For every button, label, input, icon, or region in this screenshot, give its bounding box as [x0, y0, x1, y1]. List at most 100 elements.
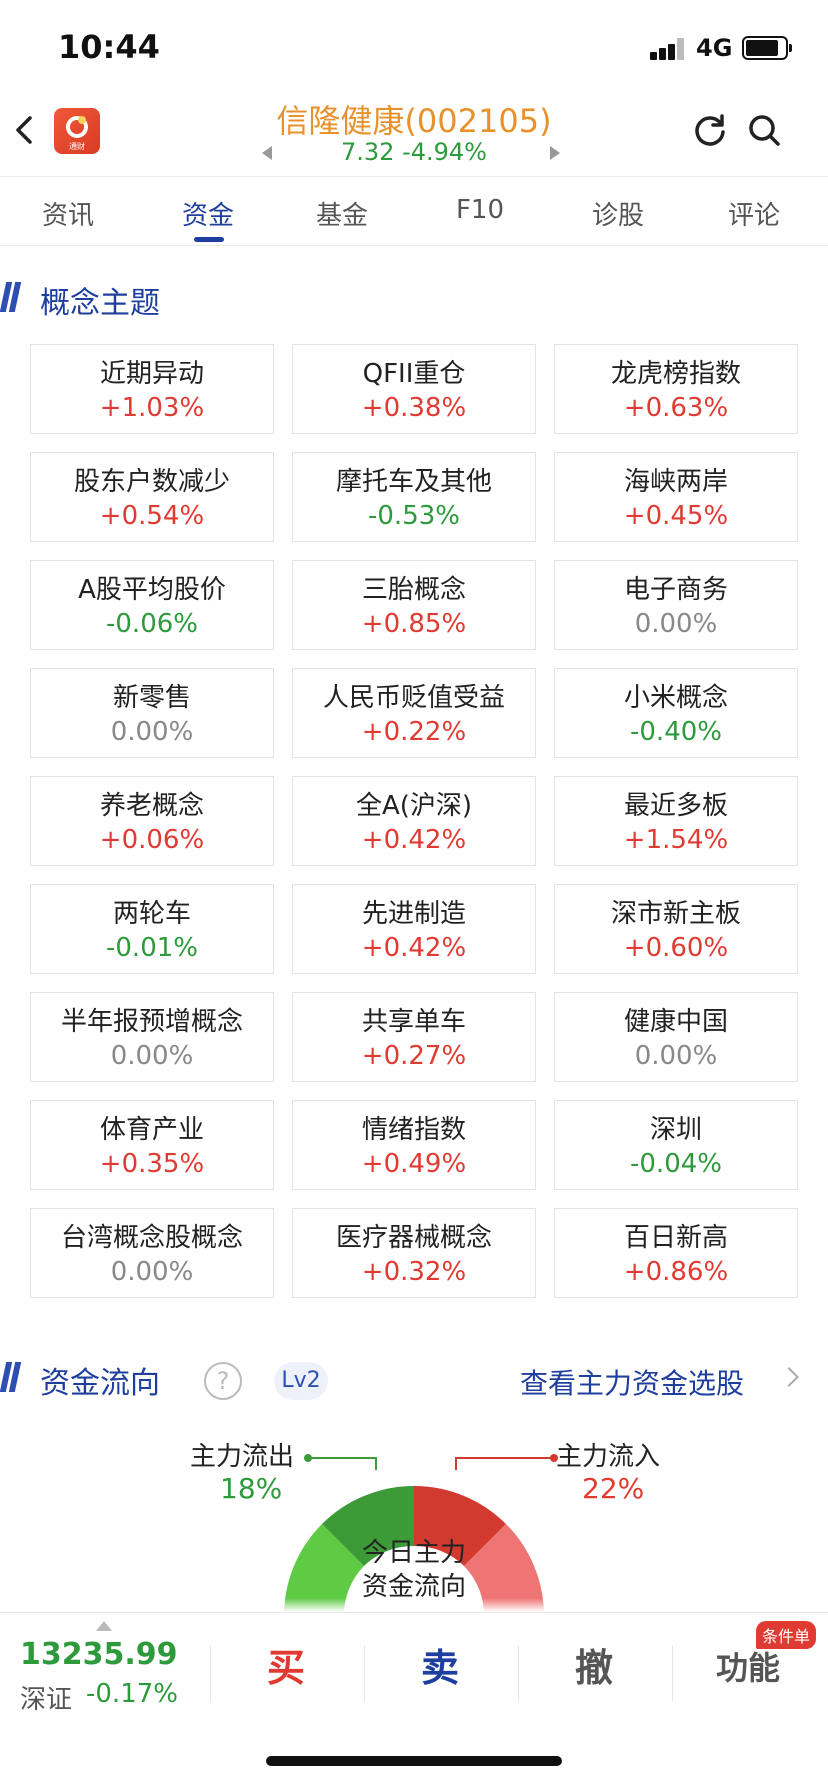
- concept-item[interactable]: 台湾概念股概念 0.00%: [30, 1208, 274, 1298]
- help-icon[interactable]: ?: [204, 1362, 242, 1400]
- tab-fund-holdings[interactable]: 基金: [282, 195, 402, 232]
- concept-name: 人民币贬值受益: [322, 683, 505, 713]
- concept-item[interactable]: 股东户数减少 +0.54%: [30, 452, 274, 542]
- concept-change: +0.60%: [623, 933, 729, 963]
- buy-button[interactable]: 买: [226, 1637, 346, 1692]
- divider: [518, 1645, 519, 1701]
- index-name: 深证: [20, 1685, 73, 1715]
- concept-name: 全A(沪深): [355, 791, 473, 821]
- stock-price-change: 7.32 -4.94%: [341, 138, 487, 166]
- concept-change: -0.06%: [106, 609, 198, 639]
- divider: [672, 1645, 673, 1701]
- level2-badge[interactable]: Lv2: [274, 1362, 328, 1400]
- concept-name: 摩托车及其他: [335, 467, 492, 497]
- stock-title: 信隆健康(002105): [276, 102, 552, 140]
- donut-center-label: 今日主力 资金流向: [334, 1536, 494, 1604]
- cancel-order-button[interactable]: 撤: [534, 1637, 654, 1692]
- divider: [210, 1645, 211, 1701]
- concept-name: 先进制造: [361, 899, 466, 929]
- concept-item[interactable]: 医疗器械概念 +0.32%: [292, 1208, 536, 1298]
- concept-item[interactable]: 两轮车 -0.01%: [30, 884, 274, 974]
- concept-name: 台湾概念股概念: [60, 1223, 243, 1253]
- concept-change: +0.06%: [99, 825, 205, 855]
- concept-change: +0.54%: [99, 501, 205, 531]
- concept-change: 0.00%: [634, 1041, 718, 1071]
- concept-name: 龙虎榜指数: [610, 359, 741, 389]
- concept-name: 医疗器械概念: [335, 1223, 492, 1253]
- battery-icon: [742, 36, 788, 60]
- next-stock-arrow-icon[interactable]: [550, 146, 560, 160]
- concept-name: 情绪指数: [361, 1115, 466, 1145]
- battery-tip: [789, 44, 792, 52]
- index-expand-icon[interactable]: [96, 1621, 112, 1631]
- tab-diagnosis[interactable]: 诊股: [558, 195, 678, 232]
- function-button[interactable]: 功能: [688, 1643, 808, 1689]
- conditional-order-badge: 条件单: [756, 1621, 817, 1649]
- concept-name: 海峡两岸: [623, 467, 728, 497]
- concept-change: +0.35%: [99, 1149, 205, 1179]
- concept-item[interactable]: 最近多板 +1.54%: [554, 776, 798, 866]
- refresh-icon[interactable]: [690, 110, 730, 150]
- concept-item[interactable]: 小米概念 -0.40%: [554, 668, 798, 758]
- concept-name: 新零售: [112, 683, 191, 713]
- concept-item[interactable]: 半年报预增概念 0.00%: [30, 992, 274, 1082]
- home-indicator[interactable]: [266, 1756, 562, 1766]
- concept-name: 共享单车: [361, 1007, 466, 1037]
- index-value[interactable]: 13235.99: [20, 1637, 178, 1672]
- concept-change: +0.85%: [361, 609, 467, 639]
- concept-change: -0.40%: [630, 717, 722, 747]
- tab-f10[interactable]: F10: [420, 195, 540, 225]
- concept-name: 小米概念: [623, 683, 728, 713]
- concept-change: -0.53%: [368, 501, 460, 531]
- concept-item[interactable]: 深圳 -0.04%: [554, 1100, 798, 1190]
- concept-item[interactable]: 龙虎榜指数 +0.63%: [554, 344, 798, 434]
- concept-item[interactable]: 共享单车 +0.27%: [292, 992, 536, 1082]
- concept-change: +0.42%: [361, 933, 467, 963]
- concept-item[interactable]: 近期异动 +1.03%: [30, 344, 274, 434]
- concept-change: -0.01%: [106, 933, 198, 963]
- sell-button[interactable]: 卖: [380, 1637, 500, 1692]
- concept-item[interactable]: 摩托车及其他 -0.53%: [292, 452, 536, 542]
- concept-name: 百日新高: [623, 1223, 728, 1253]
- concept-item[interactable]: A股平均股价 -0.06%: [30, 560, 274, 650]
- concept-item[interactable]: 体育产业 +0.35%: [30, 1100, 274, 1190]
- concept-name: 最近多板: [623, 791, 728, 821]
- status-time: 10:44: [58, 28, 160, 66]
- tab-comments[interactable]: 评论: [694, 195, 814, 232]
- concept-change: +0.32%: [361, 1257, 467, 1287]
- concept-item[interactable]: 深市新主板 +0.60%: [554, 884, 798, 974]
- concept-item[interactable]: 健康中国 0.00%: [554, 992, 798, 1082]
- concept-item[interactable]: 电子商务 0.00%: [554, 560, 798, 650]
- concept-name: 股东户数减少: [73, 467, 230, 497]
- back-icon[interactable]: [6, 110, 46, 150]
- concept-item[interactable]: 海峡两岸 +0.45%: [554, 452, 798, 542]
- concept-change: +0.49%: [361, 1149, 467, 1179]
- concept-name: 电子商务: [623, 575, 728, 605]
- concept-item[interactable]: 先进制造 +0.42%: [292, 884, 536, 974]
- concept-change: +0.45%: [623, 501, 729, 531]
- concept-name: 半年报预增概念: [60, 1007, 243, 1037]
- app-logo[interactable]: 通财: [54, 108, 100, 154]
- concept-item[interactable]: 人民币贬值受益 +0.22%: [292, 668, 536, 758]
- concept-change: +0.27%: [361, 1041, 467, 1071]
- status-bar: 10:44 4G: [0, 0, 828, 96]
- tab-funds[interactable]: 资金: [148, 195, 268, 232]
- main-fund-screener-link[interactable]: 查看主力资金选股: [520, 1362, 744, 1402]
- tab-news[interactable]: 资讯: [8, 195, 128, 232]
- concept-item[interactable]: 百日新高 +0.86%: [554, 1208, 798, 1298]
- search-icon[interactable]: [744, 110, 784, 150]
- concept-item[interactable]: 全A(沪深) +0.42%: [292, 776, 536, 866]
- concept-item[interactable]: 三胎概念 +0.85%: [292, 560, 536, 650]
- concept-item[interactable]: 养老概念 +0.06%: [30, 776, 274, 866]
- concept-item[interactable]: 新零售 0.00%: [30, 668, 274, 758]
- concept-name: QFII重仓: [362, 359, 466, 389]
- concept-name: 深市新主板: [610, 899, 741, 929]
- concept-item[interactable]: QFII重仓 +0.38%: [292, 344, 536, 434]
- concept-change: +0.22%: [361, 717, 467, 747]
- divider: [364, 1645, 365, 1701]
- concept-item[interactable]: 情绪指数 +0.49%: [292, 1100, 536, 1190]
- bottom-trade-bar: 13235.99 深证 -0.17% 买 卖 撤 功能 条件单: [0, 1612, 828, 1740]
- nav-header: 通财 信隆健康(002105) 7.32 -4.94%: [0, 96, 828, 176]
- index-change: -0.17%: [86, 1679, 178, 1709]
- concept-name: 深圳: [649, 1115, 702, 1145]
